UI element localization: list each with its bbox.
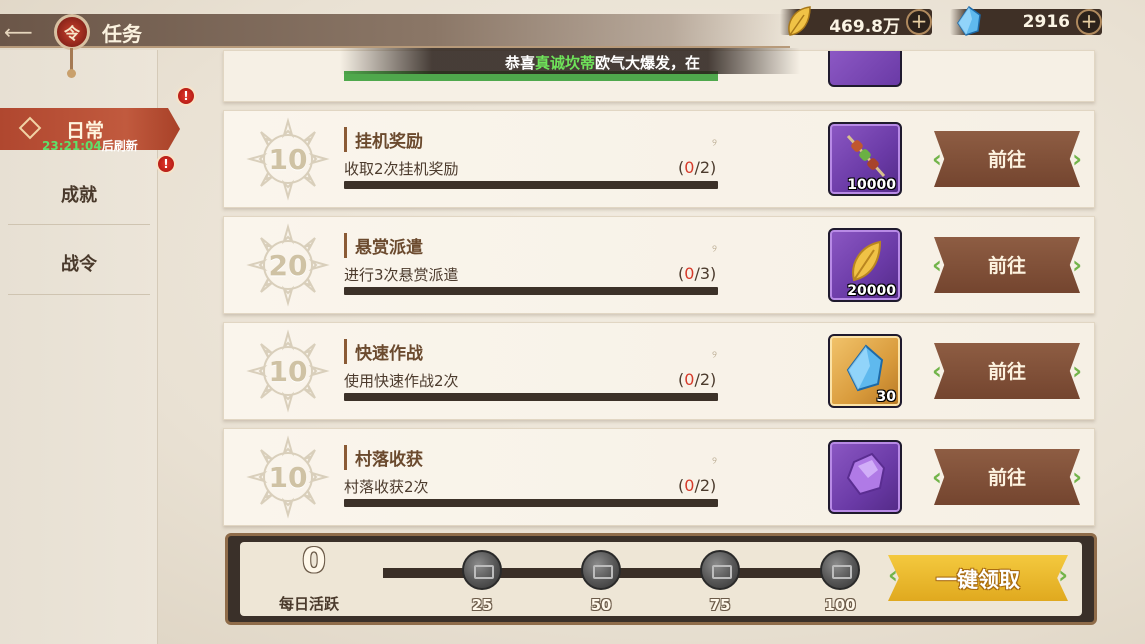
blue-crystal-icon bbox=[957, 5, 981, 36]
progress-current: 0 bbox=[684, 264, 695, 283]
task-card: 10 挂机奖励 ୨ 收取2次挂机奖励 (0/2) 10000 ‹ › 前往 bbox=[223, 110, 1095, 208]
diamond-icon bbox=[18, 116, 42, 140]
go-button-label: 前往 bbox=[987, 467, 1026, 489]
task-card: 20 悬赏派遣 ୨ 进行3次悬赏派遣 (0/3) 20000 ‹ › 前往 bbox=[223, 216, 1095, 314]
claim-all-label: 一键领取 bbox=[936, 568, 1020, 592]
milestone-label: 100 bbox=[824, 596, 856, 614]
go-button-label: 前往 bbox=[987, 255, 1026, 277]
go-button[interactable]: ‹ › 前往 bbox=[932, 343, 1082, 399]
tab-achievement[interactable]: 成就 bbox=[0, 176, 158, 216]
task-progress: (0/2) bbox=[678, 476, 716, 495]
alert-badge-icon: ! bbox=[176, 86, 196, 106]
sidebar-divider bbox=[8, 224, 150, 225]
go-button[interactable]: ‹ › 前往 bbox=[932, 449, 1082, 505]
milestone-chest-icon[interactable] bbox=[700, 550, 740, 590]
tassel-icon bbox=[67, 48, 76, 78]
reward-item[interactable]: 10000 bbox=[828, 122, 902, 196]
announcement-text: 恭喜真诚坎蒂欧气大爆发，在 bbox=[505, 52, 700, 73]
add-gold-button[interactable]: + bbox=[906, 9, 932, 35]
task-name: 村落收获 bbox=[344, 445, 423, 470]
task-description: 进行3次悬赏派遣 bbox=[344, 266, 459, 284]
activity-label: 每日活跃 bbox=[279, 595, 340, 613]
milestone-chest-icon[interactable] bbox=[820, 550, 860, 590]
go-button[interactable]: ‹ › 前往 bbox=[932, 131, 1082, 187]
progress-total: /2) bbox=[694, 158, 717, 177]
progress-bar bbox=[344, 181, 718, 189]
timer-value: 23:21:04 bbox=[42, 139, 102, 153]
gold-currency: 469.8万 + bbox=[780, 6, 932, 37]
progress-total: /2) bbox=[694, 476, 717, 495]
task-progress: (0/3) bbox=[678, 264, 716, 283]
gem-amount: 2916 bbox=[1022, 12, 1070, 32]
milestone-label: 75 bbox=[709, 596, 731, 614]
sidebar-divider bbox=[8, 294, 150, 295]
gold-leaf-icon bbox=[788, 6, 811, 36]
task-card: 10 快速作战 ୨ 使用快速作战2次 (0/2) 30 ‹ › 前往 bbox=[223, 322, 1095, 420]
claim-all-button[interactable]: ‹ › 一键领取 bbox=[888, 555, 1068, 601]
reward-quantity: 10000 bbox=[847, 177, 896, 193]
gold-amount: 469.8万 bbox=[829, 17, 900, 37]
task-name: 挂机奖励 bbox=[344, 127, 423, 152]
back-arrow-icon[interactable]: ⟵ bbox=[4, 22, 33, 42]
task-description: 使用快速作战2次 bbox=[344, 372, 459, 390]
blue-crystal-icon bbox=[846, 344, 884, 392]
task-card: 10 村落收获 ୨ 村落收获2次 (0/2) ‹ › 前往 bbox=[223, 428, 1095, 526]
task-name: 悬赏派遣 bbox=[344, 233, 423, 258]
milestone-label: 50 bbox=[590, 596, 612, 614]
skewer-icon bbox=[846, 134, 886, 178]
deco-mark: ୨ bbox=[712, 456, 717, 467]
task-points: 10 bbox=[268, 355, 308, 388]
progress-bar bbox=[344, 499, 718, 507]
reward-quantity: 20000 bbox=[847, 283, 896, 299]
go-button[interactable]: ‹ › 前往 bbox=[932, 237, 1082, 293]
progress-current: 0 bbox=[684, 158, 695, 177]
announcement-marquee: 恭喜真诚坎蒂欧气大爆发，在 bbox=[340, 48, 800, 74]
announcement-suffix: 欧气大爆发，在 bbox=[595, 54, 701, 72]
go-button-label: 前往 bbox=[987, 361, 1026, 383]
timer-suffix: 后刷新 bbox=[101, 139, 138, 153]
reward-quantity: 30 bbox=[876, 389, 896, 405]
reward-item[interactable] bbox=[828, 440, 902, 514]
task-progress: (0/2) bbox=[678, 158, 716, 177]
deco-mark: ୨ bbox=[712, 138, 717, 149]
gem-currency: 2916 + bbox=[950, 5, 1102, 36]
gold-leaf-icon bbox=[852, 240, 882, 282]
task-progress: (0/2) bbox=[678, 370, 716, 389]
daily-refresh-timer: 23:21:04后刷新 bbox=[42, 137, 138, 154]
deco-mark: ୨ bbox=[712, 244, 717, 255]
milestone-label: 25 bbox=[471, 596, 493, 614]
progress-current: 0 bbox=[684, 476, 695, 495]
progress-current: 0 bbox=[684, 370, 695, 389]
reward-item[interactable]: 20000 bbox=[828, 228, 902, 302]
task-name: 快速作战 bbox=[344, 339, 423, 364]
purple-ore-icon bbox=[846, 452, 886, 496]
alert-badge-icon: ! bbox=[156, 154, 176, 174]
milestone-chest-icon[interactable] bbox=[581, 550, 621, 590]
task-emblem-icon: 令 bbox=[54, 14, 90, 50]
task-points: 10 bbox=[268, 143, 308, 176]
activity-value: 0 bbox=[302, 541, 326, 581]
progress-bar bbox=[344, 393, 718, 401]
progress-bar bbox=[344, 287, 718, 295]
task-points: 20 bbox=[268, 249, 308, 282]
task-description: 收取2次挂机奖励 bbox=[344, 160, 459, 178]
tab-battle-pass[interactable]: 战令 bbox=[0, 245, 158, 285]
progress-total: /2) bbox=[694, 370, 717, 389]
add-gem-button[interactable]: + bbox=[1076, 9, 1102, 35]
deco-mark: ୨ bbox=[712, 350, 717, 361]
page-title: 任务 bbox=[102, 22, 142, 46]
announcement-prefix: 恭喜 bbox=[505, 54, 536, 72]
reward-slot[interactable] bbox=[828, 51, 902, 87]
reward-item[interactable]: 30 bbox=[828, 334, 902, 408]
task-points: 10 bbox=[268, 461, 308, 494]
announcement-player: 真诚坎蒂 bbox=[535, 54, 596, 72]
milestone-chest-icon[interactable] bbox=[462, 550, 502, 590]
task-description: 村落收获2次 bbox=[344, 478, 429, 496]
go-button-label: 前往 bbox=[987, 149, 1026, 171]
progress-total: /3) bbox=[694, 264, 717, 283]
